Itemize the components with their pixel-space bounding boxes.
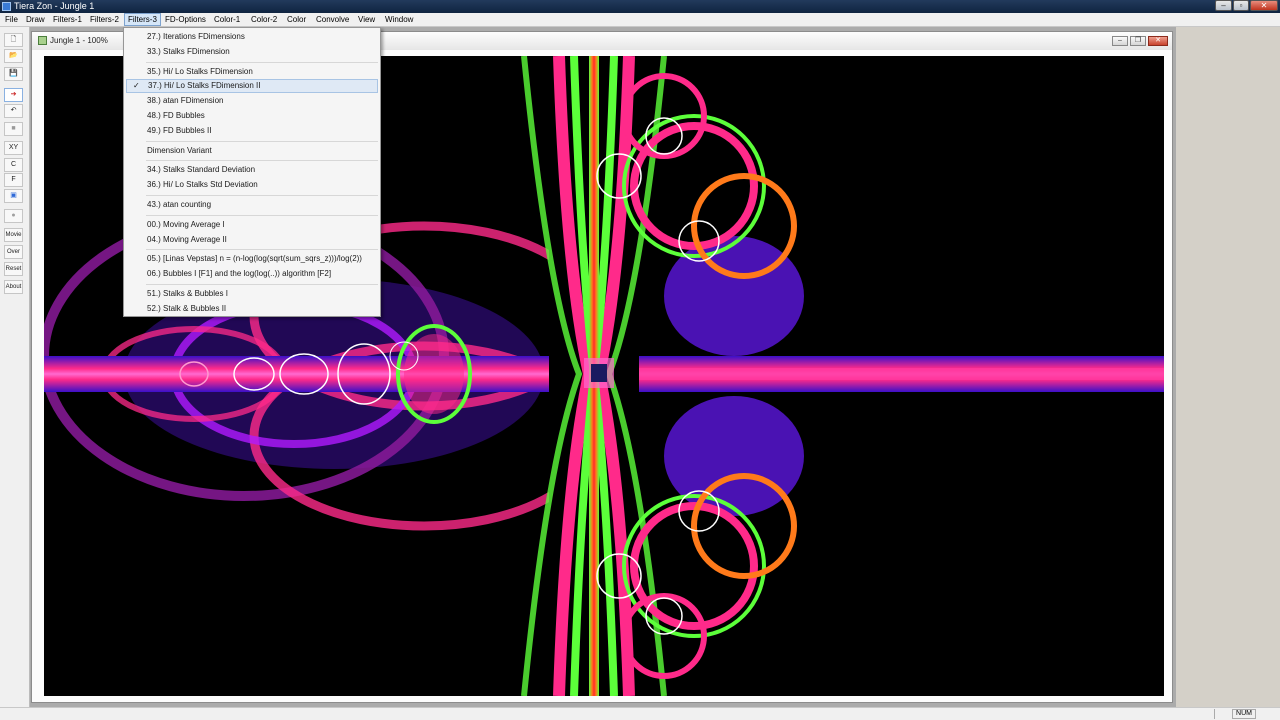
menu-item[interactable]: 05.) [Linas Vepstas] n = (n-log(log(sqrt… — [126, 252, 378, 266]
menu-separator — [146, 195, 378, 196]
status-bar: NUM — [0, 707, 1280, 720]
menu-item[interactable]: 06.) Bubbles I [F1] and the log(log(..))… — [126, 267, 378, 281]
menu-filters-2[interactable]: Filters-2 — [87, 13, 122, 26]
open-folder-icon[interactable]: 📂 — [4, 49, 23, 63]
image-icon — [38, 36, 47, 45]
menu-view[interactable]: View — [355, 13, 378, 26]
menu-item[interactable]: 51.) Stalks & Bubbles I — [126, 287, 378, 301]
c-button[interactable]: C — [4, 158, 23, 172]
maximize-button[interactable]: ▫ — [1233, 0, 1249, 11]
menu-bar: File Draw Filters-1 Filters-2 Filters-3 … — [0, 13, 1280, 27]
menu-item[interactable]: 35.) Hi/ Lo Stalks FDimension — [126, 65, 378, 79]
menu-item-label: 52.) Stalk & Bubbles II — [147, 303, 227, 313]
f-button[interactable]: F — [4, 173, 23, 187]
menu-item[interactable]: 33.) Stalks FDimension — [126, 45, 378, 59]
circle-icon[interactable]: ● — [4, 209, 23, 223]
menu-item-label: 06.) Bubbles I [F1] and the log(log(..))… — [147, 269, 332, 279]
menu-item-label: 33.) Stalks FDimension — [147, 46, 230, 56]
menu-filters-1[interactable]: Filters-1 — [50, 13, 85, 26]
menu-item-label: 51.) Stalks & Bubbles I — [147, 289, 228, 298]
menu-color-1[interactable]: Color-1 — [211, 13, 243, 26]
undo-icon[interactable]: ↶ — [4, 104, 23, 118]
menu-item[interactable]: ✓ 37.) Hi/ Lo Stalks FDimension II — [126, 79, 378, 94]
child-minimize-button[interactable]: – — [1112, 36, 1128, 46]
num-lock-indicator: NUM — [1232, 709, 1256, 719]
menu-item[interactable]: 00.) Moving Average I — [126, 218, 378, 232]
menu-item-label: 38.) atan FDimension — [147, 96, 224, 106]
xy-button[interactable]: XY — [4, 141, 23, 155]
title-bar: Tiera Zon - Jungle 1 – ▫ ✕ — [0, 0, 1280, 13]
menu-item[interactable]: 04.) Moving Average II — [126, 233, 378, 247]
menu-item[interactable]: 36.) Hi/ Lo Stalks Std Deviation — [126, 178, 378, 192]
status-divider — [1214, 709, 1215, 719]
menu-item-label: 27.) Iterations FDimensions — [147, 32, 245, 41]
menu-item-label: 36.) Hi/ Lo Stalks Std Deviation — [147, 180, 258, 190]
child-close-button[interactable]: ✕ — [1148, 36, 1168, 46]
menu-item[interactable]: Dimension Variant — [126, 144, 378, 158]
window-title: Tiera Zon - Jungle 1 — [14, 1, 95, 11]
menu-item-label: Dimension Variant — [147, 145, 212, 155]
desktop-background — [1176, 27, 1280, 707]
menu-item[interactable]: 48.) FD Bubbles — [126, 109, 378, 123]
menu-item-label: 48.) FD Bubbles — [147, 111, 205, 120]
tool-bar: 🗋 📂 💾 ➔ ↶ ■ XY C F ▣ ● Movie Over Reset … — [0, 27, 30, 707]
menu-item-label: 35.) Hi/ Lo Stalks FDimension — [147, 66, 253, 76]
reset-button[interactable]: Reset — [4, 262, 23, 276]
menu-item[interactable]: 27.) Iterations FDimensions — [126, 30, 378, 44]
menu-item-label: 34.) Stalks Standard Deviation — [147, 165, 256, 175]
menu-item-label: 04.) Moving Average II — [147, 234, 227, 244]
menu-item[interactable]: 38.) atan FDimension — [126, 94, 378, 108]
menu-separator — [146, 284, 378, 285]
image-window-title: Jungle 1 - 100% — [50, 36, 108, 45]
menu-item-label: 37.) Hi/ Lo Stalks FDimension II — [148, 81, 261, 91]
app-icon — [2, 2, 11, 11]
menu-item[interactable]: 43.) atan counting — [126, 198, 378, 212]
child-restore-button[interactable]: ❐ — [1130, 36, 1146, 46]
over-button[interactable]: Over — [4, 245, 23, 259]
new-document-icon[interactable]: 🗋 — [4, 33, 23, 47]
about-button[interactable]: About — [4, 280, 23, 294]
menu-item[interactable]: 34.) Stalks Standard Deviation — [126, 163, 378, 177]
minimize-button[interactable]: – — [1215, 0, 1232, 11]
close-button[interactable]: ✕ — [1250, 0, 1278, 11]
menu-item-label: 00.) Moving Average I — [147, 219, 225, 229]
menu-item[interactable]: 52.) Stalk & Bubbles II — [126, 302, 378, 316]
menu-window[interactable]: Window — [382, 13, 416, 26]
filters-3-menu: 27.) Iterations FDimensions 33.) Stalks F… — [123, 27, 381, 317]
menu-draw[interactable]: Draw — [23, 13, 48, 26]
menu-separator — [146, 140, 378, 142]
draw-arrow-icon[interactable]: ➔ — [4, 88, 23, 102]
menu-separator — [146, 160, 378, 162]
menu-convolve[interactable]: Convolve — [313, 13, 352, 26]
window-icon[interactable]: ▣ — [4, 189, 23, 203]
menu-separator — [146, 61, 378, 63]
menu-item[interactable]: 49.) FD Bubbles II — [126, 124, 378, 138]
menu-item-label: 49.) FD Bubbles II — [147, 125, 212, 135]
menu-separator — [146, 249, 378, 251]
menu-color-2[interactable]: Color-2 — [248, 13, 280, 26]
movie-button[interactable]: Movie — [4, 228, 23, 242]
menu-filters-3[interactable]: Filters-3 — [124, 13, 161, 26]
checkmark-icon: ✓ — [133, 81, 140, 91]
menu-fd-options[interactable]: FD-Options — [162, 13, 209, 26]
menu-separator — [146, 214, 378, 216]
save-icon[interactable]: 💾 — [4, 67, 23, 81]
stop-icon[interactable]: ■ — [4, 122, 23, 136]
menu-item-label: 05.) [Linas Vepstas] n = (n-log(log(sqrt… — [147, 254, 362, 264]
menu-file[interactable]: File — [2, 13, 21, 26]
menu-color[interactable]: Color — [284, 13, 309, 26]
menu-item-label: 43.) atan counting — [147, 200, 212, 209]
